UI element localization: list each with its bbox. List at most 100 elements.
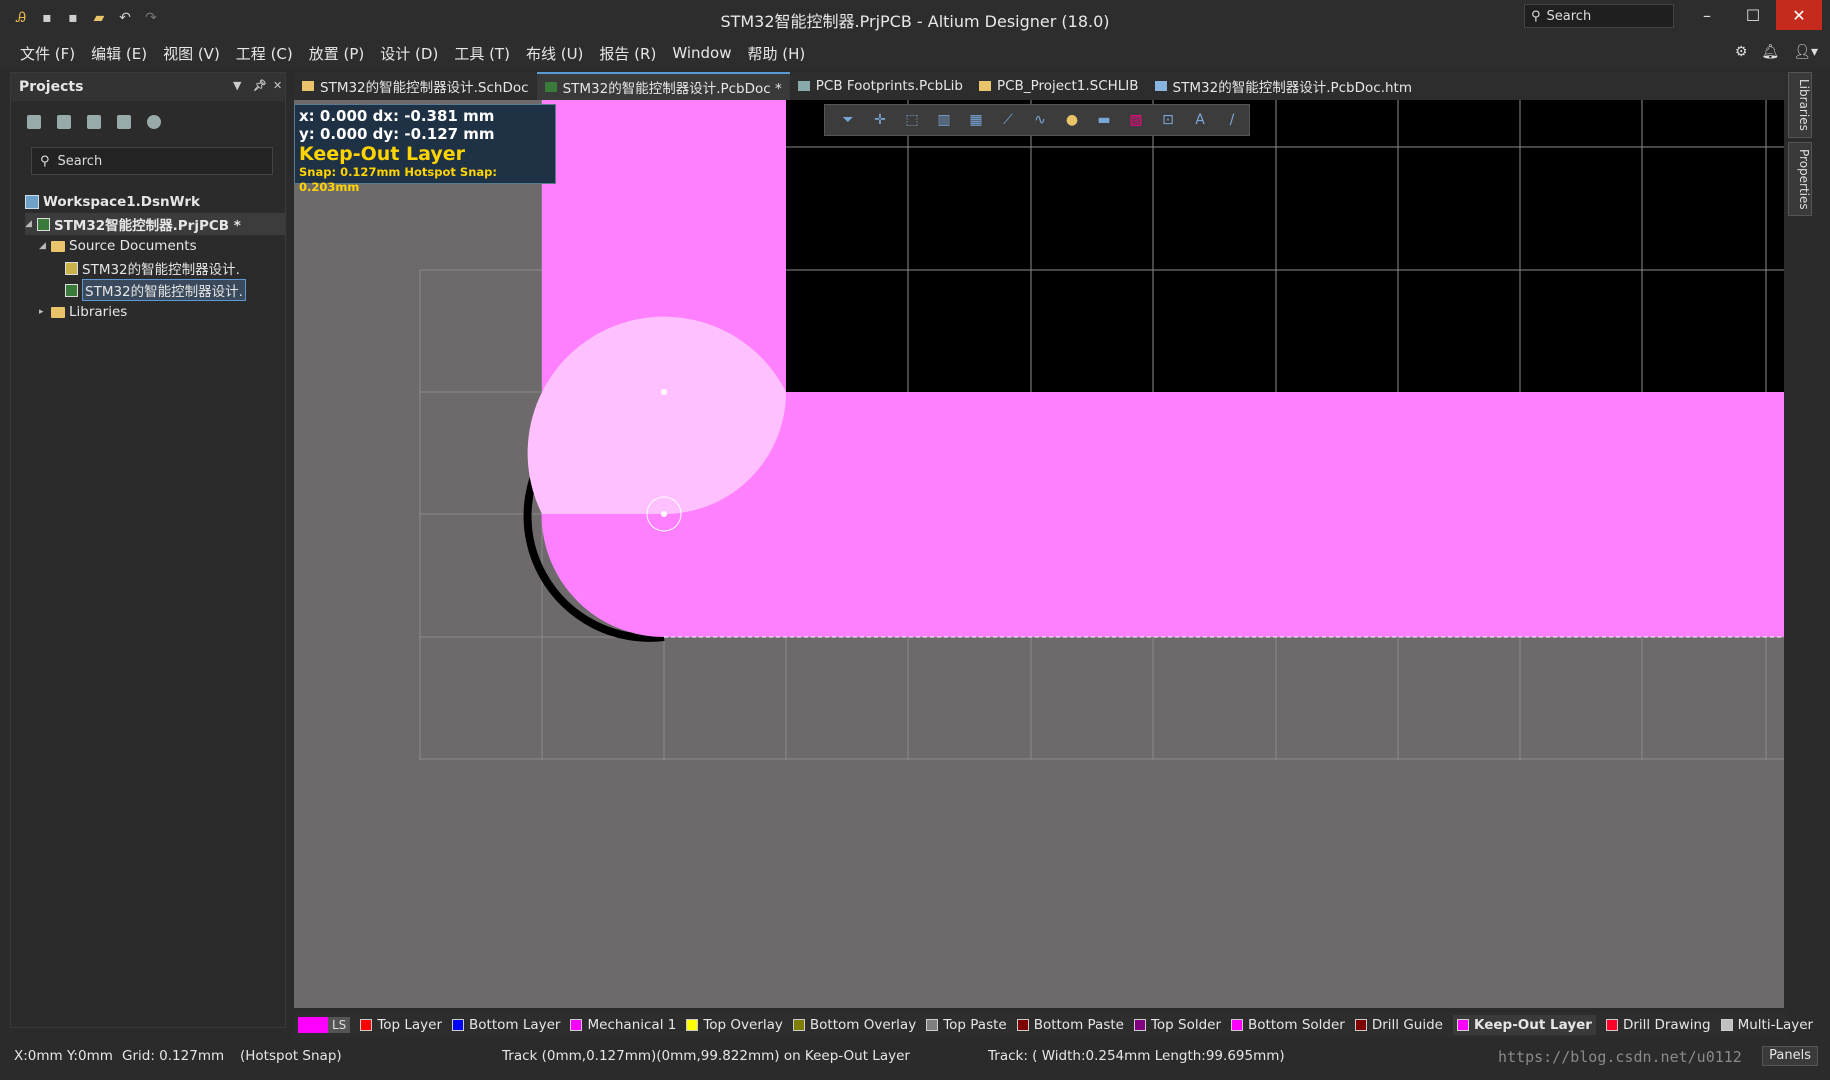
tab-label: STM32的智能控制器设计.PcbDoc * bbox=[562, 81, 782, 97]
menu-edit[interactable]: 编辑 (E) bbox=[83, 43, 155, 64]
layer-label: Mechanical 1 bbox=[587, 1017, 677, 1033]
libraries-label: Libraries bbox=[69, 304, 128, 320]
line-icon[interactable]: / bbox=[1221, 110, 1243, 130]
keepout-icon[interactable]: ▧ bbox=[1125, 110, 1147, 130]
menu-help[interactable]: 帮助 (H) bbox=[739, 43, 813, 64]
tree-item-project[interactable]: ◢ STM32智能控制器.PrjPCB * bbox=[25, 213, 285, 235]
menu-tools[interactable]: 工具 (T) bbox=[446, 43, 518, 64]
gear-icon[interactable]: ⚙ bbox=[1735, 44, 1748, 60]
project-label: STM32智能控制器.PrjPCB * bbox=[54, 218, 241, 234]
move-icon[interactable]: ✛ bbox=[869, 110, 891, 130]
panel-close-icon[interactable]: ✕ bbox=[273, 79, 282, 92]
layer-label: Multi-Layer bbox=[1737, 1017, 1814, 1033]
text-icon[interactable]: A bbox=[1189, 110, 1211, 130]
save-icon[interactable]: ▪ bbox=[40, 11, 54, 25]
polygon-icon[interactable]: ▬ bbox=[1093, 110, 1115, 130]
pcb-drawing[interactable] bbox=[294, 100, 1784, 1008]
filter-icon[interactable]: ⏷ bbox=[837, 110, 859, 130]
menu-bar: 文件 (F) 编辑 (E) 视图 (V) 工程 (C) 放置 (P) 设计 (D… bbox=[0, 36, 1830, 70]
status-track-dimensions: Track: ( Width:0.254mm Length:99.695mm) bbox=[988, 1048, 1285, 1064]
layer-tab-bottom-overlay[interactable]: Bottom Overlay bbox=[792, 1017, 917, 1033]
watermark: https://blog.csdn.net/u0112 bbox=[1498, 1048, 1742, 1066]
tree-item-libraries[interactable]: ▸ Libraries bbox=[25, 301, 285, 323]
menu-project[interactable]: 工程 (C) bbox=[228, 43, 301, 64]
libraries-panel-tab[interactable]: Libraries bbox=[1788, 72, 1812, 138]
layer-tab-bottom-solder[interactable]: Bottom Solder bbox=[1231, 1017, 1345, 1033]
layer-tab-drill-guide[interactable]: Drill Guide bbox=[1354, 1017, 1443, 1033]
minimize-button[interactable]: – bbox=[1684, 0, 1730, 30]
save-project-icon[interactable] bbox=[27, 115, 41, 129]
tree-item-source-documents[interactable]: ◢ Source Documents bbox=[25, 235, 285, 257]
tree-item-pcbdoc[interactable]: STM32的智能控制器设计. bbox=[25, 279, 285, 301]
global-search-input[interactable]: ⚲ Search bbox=[1524, 4, 1674, 28]
panel-menu-icon[interactable]: ▼ bbox=[233, 79, 241, 92]
layer-tab-top-paste[interactable]: Top Paste bbox=[926, 1017, 1007, 1033]
pcb-doc-icon bbox=[65, 283, 78, 297]
route-icon[interactable]: ⟋ bbox=[997, 110, 1019, 130]
menu-route[interactable]: 布线 (U) bbox=[518, 43, 591, 64]
tree-item-schdoc[interactable]: STM32的智能控制器设计. bbox=[25, 257, 285, 279]
project-options-icon[interactable] bbox=[147, 115, 161, 129]
save-all-projects-icon[interactable] bbox=[57, 115, 71, 129]
dimension-icon[interactable]: ⊡ bbox=[1157, 110, 1179, 130]
menu-right-tools: ⚙ 🔔︎ 👤︎▾ bbox=[1735, 44, 1818, 60]
layer-swatch bbox=[452, 1019, 465, 1031]
undo-icon[interactable]: ↶ bbox=[118, 11, 132, 25]
track-handle-top[interactable] bbox=[661, 389, 667, 395]
source-folder-label: Source Documents bbox=[69, 238, 197, 254]
via-icon[interactable]: ● bbox=[1061, 110, 1083, 130]
board-black-region bbox=[786, 100, 1784, 392]
collapse-arrow-icon[interactable]: ◢ bbox=[39, 241, 51, 251]
tree-item-workspace[interactable]: Workspace1.DsnWrk bbox=[25, 191, 285, 213]
layer-tab-bottom-paste[interactable]: Bottom Paste bbox=[1016, 1017, 1124, 1033]
layer-label: Bottom Paste bbox=[1033, 1017, 1124, 1033]
pcb-editor-canvas[interactable] bbox=[294, 100, 1784, 1008]
layer-label: Bottom Overlay bbox=[809, 1017, 917, 1033]
properties-panel-tab[interactable]: Properties bbox=[1788, 141, 1812, 217]
tab-schdoc[interactable]: STM32的智能控制器设计.SchDoc bbox=[294, 72, 537, 100]
interactive-diff-pair-icon[interactable]: ∿ bbox=[1029, 110, 1051, 130]
layer-tab-bottom[interactable]: Bottom Layer bbox=[452, 1017, 560, 1033]
notification-icon[interactable]: 🔔︎ bbox=[1761, 44, 1779, 60]
layer-tab-top-overlay[interactable]: Top Overlay bbox=[686, 1017, 783, 1033]
projects-search-input[interactable]: ⚲ Search bbox=[31, 147, 273, 175]
pin-icon[interactable]: 📌︎ bbox=[253, 79, 267, 92]
layer-set-selector[interactable]: LS bbox=[298, 1017, 351, 1033]
tab-pcbdoc[interactable]: STM32的智能控制器设计.PcbDoc * bbox=[536, 72, 790, 100]
schematic-doc-icon bbox=[65, 261, 78, 275]
close-project-icon[interactable] bbox=[87, 115, 101, 129]
align-icon[interactable]: ▥ bbox=[933, 110, 955, 130]
open-project-icon[interactable] bbox=[117, 115, 131, 129]
menu-reports[interactable]: 报告 (R) bbox=[591, 43, 664, 64]
menu-file[interactable]: 文件 (F) bbox=[12, 43, 83, 64]
close-button[interactable]: ✕ bbox=[1776, 0, 1822, 30]
user-icon[interactable]: 👤︎▾ bbox=[1793, 44, 1818, 60]
track-handle-bottom[interactable] bbox=[661, 511, 667, 517]
layer-tab-keepout[interactable]: Keep-Out Layer bbox=[1453, 1015, 1596, 1035]
menu-place[interactable]: 放置 (P) bbox=[301, 43, 373, 64]
panels-button[interactable]: Panels bbox=[1762, 1046, 1818, 1066]
save-all-icon[interactable]: ▪ bbox=[66, 11, 80, 25]
tab-pcblib[interactable]: PCB Footprints.PcbLib bbox=[790, 72, 971, 100]
redo-icon[interactable]: ↷ bbox=[144, 11, 158, 25]
collapse-arrow-icon[interactable]: ◢ bbox=[25, 219, 37, 229]
app-logo-icon[interactable]: Ꭿ bbox=[14, 11, 28, 25]
layer-tab-top-solder[interactable]: Top Solder bbox=[1133, 1017, 1221, 1033]
menu-design[interactable]: 设计 (D) bbox=[372, 43, 446, 64]
projects-panel-header: Projects ▼ 📌︎ ✕ bbox=[11, 73, 285, 101]
tab-schlib[interactable]: PCB_Project1.SCHLIB bbox=[971, 72, 1147, 100]
layer-tab-multi-layer[interactable]: Multi-Layer bbox=[1720, 1017, 1814, 1033]
heads-up-display: x: 0.000 dx: -0.381 mm y: 0.000 dy: -0.1… bbox=[294, 104, 556, 194]
maximize-button[interactable]: ☐ bbox=[1730, 0, 1776, 30]
menu-window[interactable]: Window bbox=[664, 44, 739, 62]
layer-tab-mechanical1[interactable]: Mechanical 1 bbox=[570, 1017, 676, 1033]
layer-tab-drill-drawing[interactable]: Drill Drawing bbox=[1605, 1017, 1711, 1033]
select-rect-icon[interactable]: ⬚ bbox=[901, 110, 923, 130]
tab-htm[interactable]: STM32的智能控制器设计.PcbDoc.htm bbox=[1147, 72, 1420, 100]
layer-tab-top[interactable]: Top Layer bbox=[360, 1017, 442, 1033]
open-folder-icon[interactable]: ▰ bbox=[92, 11, 106, 25]
title-bar: Ꭿ ▪ ▪ ▰ ↶ ↷ STM32智能控制器.PrjPCB - Altium D… bbox=[0, 0, 1830, 36]
expand-arrow-icon[interactable]: ▸ bbox=[39, 307, 51, 317]
menu-view[interactable]: 视图 (V) bbox=[155, 43, 228, 64]
component-icon[interactable]: ▦ bbox=[965, 110, 987, 130]
